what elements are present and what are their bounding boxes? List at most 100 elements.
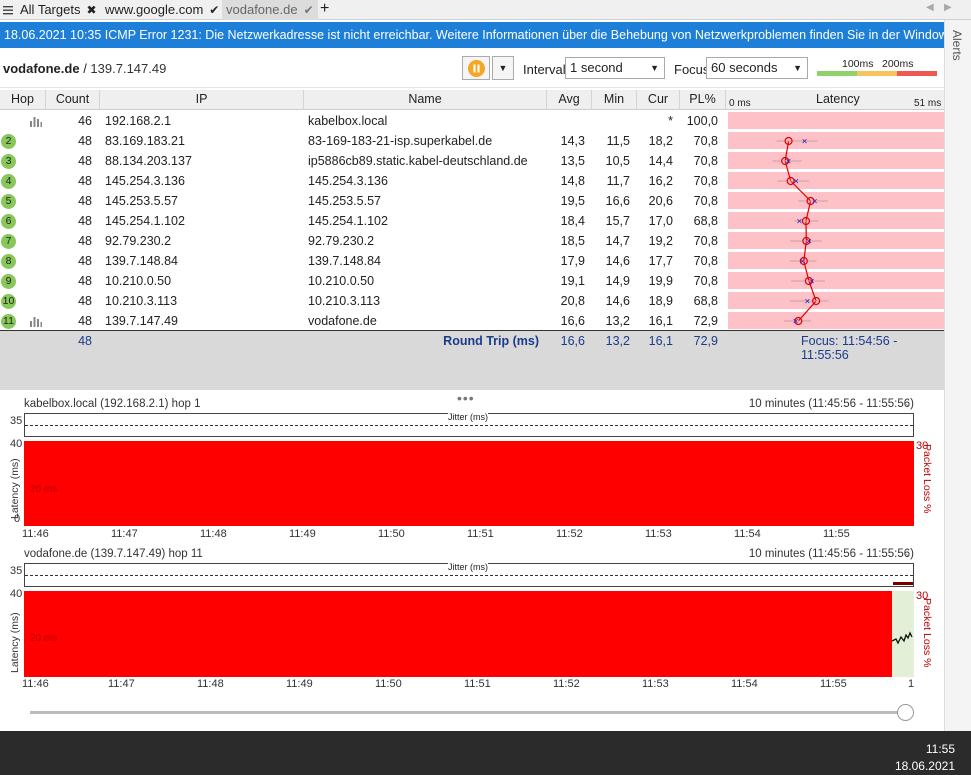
pl-cell: 70,8 [693, 194, 718, 208]
interval-select[interactable]: 1 second ▼ [565, 57, 665, 79]
cur-marker: × [809, 277, 815, 288]
chevron-down-icon: ▼ [793, 63, 802, 73]
time-slider-track[interactable] [30, 711, 910, 714]
min-cell: 16,6 [605, 194, 630, 208]
time-tick: 11:48 [197, 678, 224, 690]
avg-line [784, 140, 817, 322]
time-tick: 11:53 [645, 528, 672, 540]
taskbar [0, 731, 971, 775]
avg-cell: 19,1 [560, 274, 585, 288]
count-cell: 46 [78, 114, 92, 128]
cur-marker: × [797, 217, 803, 228]
hop-badge: 3 [1, 154, 16, 169]
time-tick: 11:54 [734, 528, 761, 540]
taskbar-clock[interactable]: 11:55 18.06.2021 [895, 741, 955, 775]
tab-label: All Targets [20, 2, 81, 17]
pause-button[interactable] [462, 56, 490, 80]
alerts-sidebar[interactable] [944, 20, 971, 731]
count-cell: 48 [78, 154, 92, 168]
scroll-left-icon[interactable]: ◀ [926, 2, 934, 13]
panel-title: vodafone.de (139.7.147.49) hop 11 [24, 548, 203, 560]
hostname-cell: 10.210.3.113 [308, 294, 381, 308]
add-tab-icon[interactable]: + [320, 0, 329, 18]
cur-marker: × [806, 237, 812, 248]
avg-cell: 14,8 [560, 174, 585, 188]
graph-icon[interactable] [30, 115, 42, 127]
avg-cell: 17,9 [560, 254, 585, 268]
scroll-right-icon[interactable]: ▶ [944, 2, 952, 13]
col-cur[interactable]: Cur [637, 90, 680, 110]
count-cell: 48 [78, 274, 92, 288]
time-tick: 11:52 [556, 528, 583, 540]
col-hop[interactable]: Hop [0, 90, 46, 110]
col-avg[interactable]: Avg [547, 90, 592, 110]
pl-cell: 70,8 [693, 154, 718, 168]
tab-vodafone[interactable]: vodafone.de ✔ [222, 0, 318, 20]
pause-dropdown-button[interactable]: ▼ [492, 56, 514, 80]
jitter-chart: Jitter (ms) [24, 412, 914, 437]
panel-range[interactable]: 10 minutes (11:45:56 - 11:55:56) [749, 398, 914, 410]
count-cell: 48 [78, 254, 92, 268]
tab-label: vodafone.de [226, 2, 298, 17]
time-slider-handle[interactable] [897, 704, 914, 721]
avg-cell: 19,5 [560, 194, 585, 208]
menu-icon[interactable] [3, 4, 13, 15]
count-cell: 48 [78, 294, 92, 308]
time-tick: 11:55 [820, 678, 847, 690]
hop-badge: 10 [1, 294, 16, 309]
panel-range[interactable]: 10 minutes (11:45:56 - 11:55:56) [749, 548, 914, 560]
ip-cell: 139.7.147.49 [105, 314, 178, 328]
avg-cell [547, 111, 585, 131]
graph-icon[interactable] [30, 315, 42, 327]
hostname-cell: 139.7.148.84 [308, 254, 381, 268]
cur-cell: 16,1 [648, 314, 673, 328]
jitter-chart: Jitter (ms) [24, 562, 914, 587]
time-tick: 11:49 [289, 528, 316, 540]
cur-marker: × [812, 197, 818, 208]
min-cell [592, 111, 630, 131]
error-banner: 18.06.2021 10:35 ICMP Error 1231: Die Ne… [0, 22, 944, 48]
focus-select[interactable]: 60 seconds ▼ [706, 57, 808, 79]
hop-badge: 8 [1, 254, 16, 269]
time-tick: 11:51 [467, 528, 494, 540]
ip-cell: 88.134.203.137 [105, 154, 192, 168]
avg-cell: 13,5 [560, 154, 585, 168]
packet-loss-area: 20 ms [24, 441, 914, 526]
pl-cell: 68,8 [693, 294, 718, 308]
cur-cell: * [668, 114, 673, 128]
tab-google[interactable]: www.google.com ✔ [101, 0, 223, 20]
ip-cell: 10.210.3.113 [105, 294, 178, 308]
time-tick: 11:48 [200, 528, 227, 540]
min-cell: 10,5 [605, 154, 630, 168]
cur-marker: × [785, 157, 791, 168]
col-ip[interactable]: IP [100, 90, 304, 110]
pl-cell: 70,8 [693, 234, 718, 248]
hostname-cell: ip5886cb89.static.kabel-deutschland.de [308, 154, 528, 168]
col-min[interactable]: Min [592, 90, 637, 110]
col-latency[interactable]: 0 ms Latency 51 ms [726, 90, 944, 110]
cur-marker: × [793, 177, 799, 188]
avg-cell: 18,5 [560, 234, 585, 248]
pl-cell: 70,8 [693, 134, 718, 148]
col-count[interactable]: Count [46, 90, 100, 110]
count-cell: 48 [78, 134, 92, 148]
col-name[interactable]: Name [304, 90, 547, 110]
count-cell: 48 [78, 314, 92, 328]
alerts-label[interactable]: Alerts [950, 30, 964, 61]
pl-cell: 72,9 [693, 314, 718, 328]
cur-cell: 16,2 [648, 174, 673, 188]
hop-badge: 9 [1, 274, 16, 289]
cur-cell: 18,2 [648, 134, 673, 148]
time-tick: 11:51 [464, 678, 491, 690]
tab-all-targets[interactable]: All Targets ✖ [16, 0, 101, 20]
close-icon[interactable]: ✖ [86, 3, 96, 17]
target-heading: vodafone.de / 139.7.147.49 [3, 61, 167, 76]
col-pl[interactable]: PL% [680, 90, 726, 110]
pl-cell: 70,8 [693, 174, 718, 188]
cur-marker: × [793, 317, 799, 328]
hostname-cell: vodafone.de [308, 314, 377, 328]
chevron-down-icon[interactable]: ⌄ [904, 548, 912, 559]
avg-cell: 16,6 [560, 314, 585, 328]
chevron-down-icon[interactable]: ⌄ [904, 398, 912, 409]
ip-cell: 192.168.2.1 [105, 114, 172, 128]
